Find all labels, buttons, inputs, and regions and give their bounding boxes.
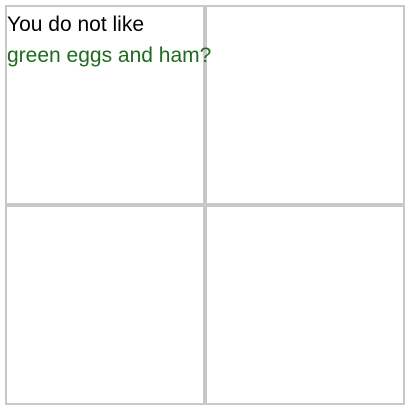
grid-cell-top-right bbox=[205, 5, 405, 205]
caption-line-2: green eggs and ham? bbox=[7, 44, 212, 67]
grid-cell-bottom-right bbox=[205, 205, 405, 405]
caption-text: You do not like green eggs and ham? bbox=[7, 9, 211, 71]
grid-cell-bottom-left bbox=[5, 205, 205, 405]
caption-line-1: You do not like bbox=[7, 13, 145, 36]
